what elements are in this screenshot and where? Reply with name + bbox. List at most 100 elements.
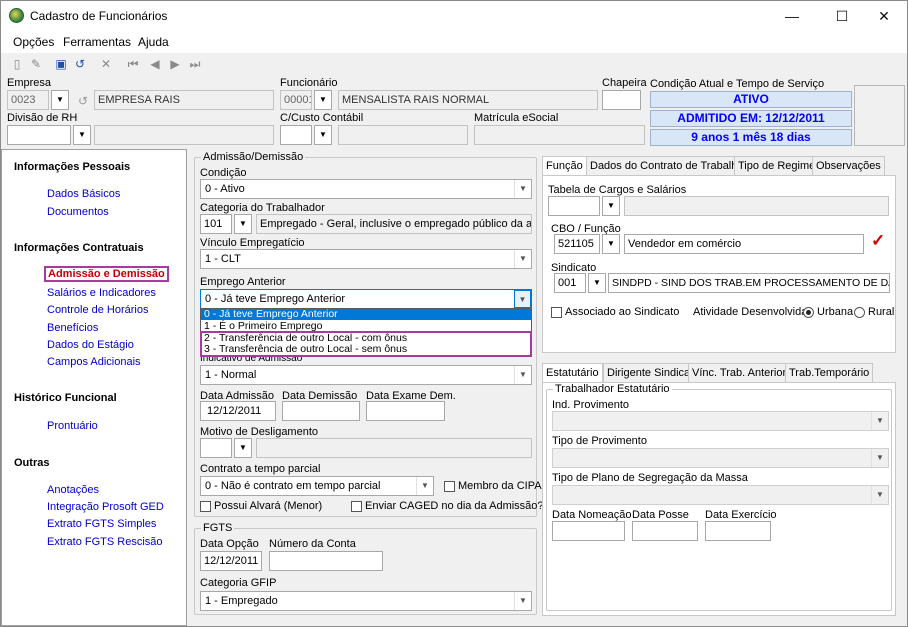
- empresa-dropdown[interactable]: ▼: [51, 90, 69, 110]
- cbo-code-field[interactable]: 521105: [554, 234, 600, 254]
- data-nomeacao-label: Data Nomeação: [552, 509, 632, 521]
- chevron-down-icon: ▼: [514, 290, 531, 308]
- vinculo-select[interactable]: 1 - CLT ▼: [200, 249, 532, 269]
- chevron-down-icon: ▼: [514, 250, 531, 268]
- refresh-icon[interactable]: ↺: [75, 93, 91, 109]
- next-record-icon[interactable]: ▶: [167, 56, 183, 72]
- tab-dirigente-sindical[interactable]: Dirigente Sindical: [603, 363, 697, 383]
- alvara-checkbox[interactable]: [200, 501, 211, 512]
- tab-dados-contrato[interactable]: Dados do Contrato de Trabalho: [586, 156, 748, 176]
- indicativo-select[interactable]: 1 - Normal ▼: [200, 365, 532, 385]
- sidebar-item-dados-basicos[interactable]: Dados Básicos: [47, 188, 120, 200]
- sidebar-item-extrato-fgts-simples[interactable]: Extrato FGTS Simples: [47, 518, 156, 530]
- categoria-code-field[interactable]: 101: [200, 214, 232, 234]
- chapeira-field[interactable]: [602, 90, 641, 110]
- tabela-dropdown[interactable]: ▼: [602, 196, 620, 216]
- new-icon[interactable]: ▯: [9, 56, 25, 72]
- motivo-code-field[interactable]: [200, 438, 232, 458]
- sindicato-dropdown[interactable]: ▼: [588, 273, 606, 293]
- cipa-label: Membro da CIPA: [458, 480, 542, 492]
- cancel-icon[interactable]: ✕: [98, 56, 114, 72]
- associado-checkbox[interactable]: [551, 307, 562, 318]
- categoria-dropdown[interactable]: ▼: [234, 214, 252, 234]
- sidebar-item-salarios[interactable]: Salários e Indicadores: [47, 287, 156, 299]
- emprego-anterior-value: 0 - Já teve Emprego Anterior: [205, 293, 346, 305]
- caged-checkbox[interactable]: [351, 501, 362, 512]
- gfip-label: Categoria GFIP: [200, 577, 277, 589]
- matricula-field[interactable]: [474, 125, 645, 145]
- menu-ferramentas[interactable]: Ferramentas: [63, 35, 131, 49]
- emprego-anterior-select[interactable]: 0 - Já teve Emprego Anterior ▼: [200, 289, 532, 309]
- chevron-down-icon: ▼: [871, 412, 888, 430]
- sindicato-code-field[interactable]: 001: [554, 273, 586, 293]
- data-admissao-field[interactable]: 12/12/2011: [200, 401, 276, 421]
- funcionario-dropdown[interactable]: ▼: [314, 90, 332, 110]
- menu-ajuda[interactable]: Ajuda: [138, 35, 169, 49]
- main-window: Cadastro de Funcionários — ☐ ✕ Opções Fe…: [0, 0, 908, 627]
- sidebar-item-dados-estagio[interactable]: Dados do Estágio: [47, 339, 134, 351]
- undo-icon[interactable]: ↺: [72, 56, 88, 72]
- tab-observacoes[interactable]: Observações: [812, 156, 885, 176]
- cbo-dropdown[interactable]: ▼: [602, 234, 620, 254]
- gfip-select[interactable]: 1 - Empregado ▼: [200, 591, 532, 611]
- sidebar-item-campos-adicionais[interactable]: Campos Adicionais: [47, 356, 141, 368]
- custo-code-field[interactable]: [280, 125, 312, 145]
- edit-icon[interactable]: ✎: [28, 56, 44, 72]
- sidebar-item-anotacoes[interactable]: Anotações: [47, 484, 99, 496]
- cipa-checkbox[interactable]: [444, 481, 455, 492]
- parcial-select[interactable]: 0 - Não é contrato em tempo parcial ▼: [200, 476, 434, 496]
- tab-vinc-trab-anterior[interactable]: Vínc. Trab. Anterior: [688, 363, 791, 383]
- data-posse-field[interactable]: [632, 521, 698, 541]
- chevron-down-icon: ▼: [514, 592, 531, 610]
- custo-dropdown[interactable]: ▼: [314, 125, 332, 145]
- data-opcao-label: Data Opção: [200, 538, 259, 550]
- close-button[interactable]: ✕: [861, 1, 907, 31]
- menu-opcoes[interactable]: Opções: [13, 35, 54, 49]
- condicao-select[interactable]: 0 - Ativo ▼: [200, 179, 532, 199]
- tabela-code-field[interactable]: [548, 196, 600, 216]
- data-opcao-field[interactable]: 12/12/2011: [200, 551, 262, 571]
- chevron-down-icon: ▼: [416, 477, 433, 495]
- save-icon[interactable]: ▣: [53, 56, 69, 72]
- minimize-button[interactable]: —: [769, 1, 815, 31]
- funcionario-code-field[interactable]: 00001: [280, 90, 312, 110]
- tab-tipo-regime[interactable]: Tipo de Regime: [734, 156, 820, 176]
- sidebar-item-admissao-demissao[interactable]: Admissão e Demissão: [44, 266, 169, 282]
- data-demissao-field[interactable]: [282, 401, 360, 421]
- numero-conta-label: Número da Conta: [269, 538, 356, 550]
- tab-trab-temporario[interactable]: Trab.Temporário: [785, 363, 874, 383]
- motivo-dropdown[interactable]: ▼: [234, 438, 252, 458]
- ind-provimento-select[interactable]: ▼: [552, 411, 889, 431]
- sidebar-item-prontuario[interactable]: Prontuário: [47, 420, 98, 432]
- sidebar-item-controle-horarios[interactable]: Controle de Horários: [47, 304, 149, 316]
- sidebar-item-integracao-ged[interactable]: Integração Prosoft GED: [47, 501, 164, 513]
- plano-segregacao-select[interactable]: ▼: [552, 485, 889, 505]
- data-exercicio-field[interactable]: [705, 521, 771, 541]
- indicativo-value: 1 - Normal: [205, 369, 257, 381]
- urbana-radio[interactable]: [803, 307, 814, 318]
- admissao-group-title: Admissão/Demissão: [201, 151, 306, 163]
- divisao-dropdown[interactable]: ▼: [73, 125, 91, 145]
- maximize-button[interactable]: ☐: [819, 1, 865, 31]
- alvara-label: Possui Alvará (Menor): [214, 500, 323, 512]
- previous-record-icon[interactable]: ◀: [147, 56, 163, 72]
- emprego-option-0[interactable]: 0 - Já teve Emprego Anterior: [201, 309, 531, 320]
- photo-box[interactable]: [854, 85, 905, 146]
- empresa-code-field[interactable]: 0023: [7, 90, 49, 110]
- rural-radio[interactable]: [854, 307, 865, 318]
- last-record-icon[interactable]: ⏭: [187, 56, 203, 72]
- matricula-label: Matrícula eSocial: [474, 112, 559, 124]
- sidebar-item-beneficios[interactable]: Benefícios: [47, 322, 98, 334]
- chevron-down-icon: ▼: [514, 180, 531, 198]
- sidebar-item-documentos[interactable]: Documentos: [47, 206, 109, 218]
- sidebar-item-extrato-fgts-rescisao[interactable]: Extrato FGTS Rescisão: [47, 536, 163, 548]
- estatutario-group-title: Trabalhador Estatutário: [553, 383, 672, 395]
- first-record-icon[interactable]: ⏮: [125, 56, 141, 72]
- fgts-group-title: FGTS: [201, 522, 235, 534]
- data-exame-field[interactable]: [366, 401, 445, 421]
- divisao-code-field[interactable]: [7, 125, 71, 145]
- numero-conta-field[interactable]: [269, 551, 383, 571]
- tipo-provimento-select[interactable]: ▼: [552, 448, 889, 468]
- data-nomeacao-field[interactable]: [552, 521, 625, 541]
- checkmark-icon[interactable]: ✓: [871, 231, 885, 251]
